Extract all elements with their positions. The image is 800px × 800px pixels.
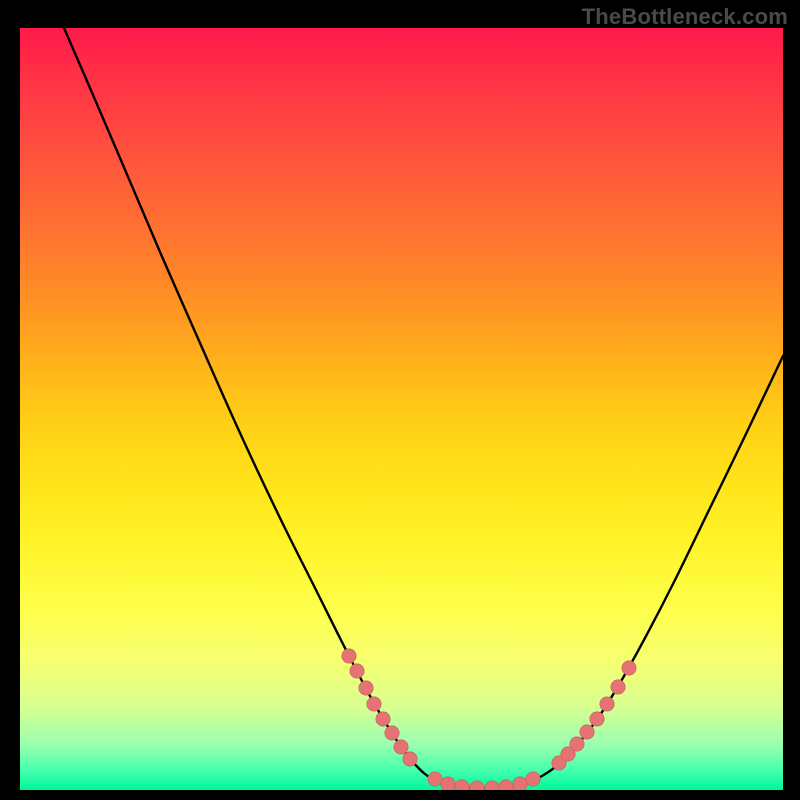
marker-dot bbox=[485, 781, 499, 790]
marker-dot bbox=[441, 777, 455, 790]
bottleneck-curve bbox=[64, 28, 783, 788]
curve-layer bbox=[20, 28, 783, 790]
marker-dot bbox=[385, 726, 399, 740]
attribution-label: TheBottleneck.com bbox=[582, 4, 788, 30]
marker-dot bbox=[513, 777, 527, 790]
marker-dot bbox=[350, 664, 364, 678]
marker-dot bbox=[590, 712, 604, 726]
marker-dot bbox=[359, 681, 373, 695]
curve-markers bbox=[342, 649, 636, 790]
marker-dot bbox=[394, 740, 408, 754]
marker-dot bbox=[611, 680, 625, 694]
marker-dot bbox=[342, 649, 356, 663]
marker-dot bbox=[376, 712, 390, 726]
marker-dot bbox=[580, 725, 594, 739]
marker-dot bbox=[470, 781, 484, 790]
chart-area bbox=[20, 28, 783, 790]
marker-dot bbox=[570, 737, 584, 751]
marker-dot bbox=[403, 752, 417, 766]
marker-dot bbox=[428, 772, 442, 786]
marker-dot bbox=[600, 697, 614, 711]
marker-dot bbox=[526, 772, 540, 786]
marker-dot bbox=[499, 780, 513, 790]
marker-dot bbox=[622, 661, 636, 675]
marker-dot bbox=[455, 780, 469, 790]
marker-dot bbox=[367, 697, 381, 711]
